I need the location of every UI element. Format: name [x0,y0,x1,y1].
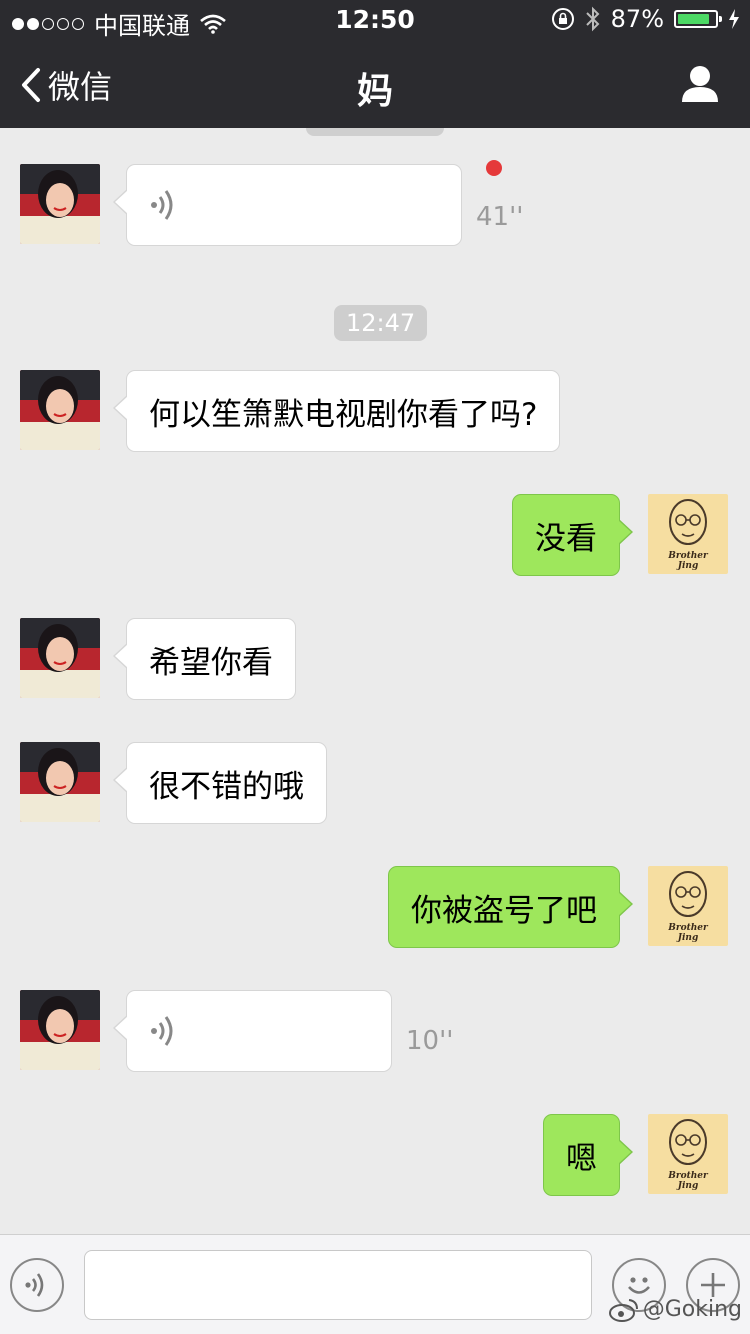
profile-icon[interactable] [680,64,720,102]
voice-wave-icon [151,190,173,220]
contact-avatar[interactable] [20,742,100,822]
text-message[interactable]: 你被盗号了吧 [388,866,633,948]
chat-area[interactable]: 41'' 12:47 何以笙箫默电视剧你看了吗? 没看 Brother Jing [0,128,750,1234]
my-avatar[interactable]: Brother Jing [648,1114,728,1194]
bluetooth-icon [585,6,600,32]
chat-title: 妈 [356,71,393,112]
svg-text:Brother: Brother [667,923,709,933]
unread-dot [486,160,502,176]
text-message[interactable]: 希望你看 [113,618,296,700]
text-message[interactable]: 没看 [512,494,633,576]
text-message[interactable]: 嗯 [543,1114,633,1196]
charging-bolt-icon [729,9,739,29]
message-text: 嗯 [566,1140,597,1177]
voice-message[interactable] [113,990,392,1072]
voice-duration: 41'' [476,202,524,232]
voice-duration: 10'' [406,1026,454,1056]
watermark: @Goking [608,1297,742,1322]
text-message[interactable]: 很不错的哦 [113,742,327,824]
input-bar: @Goking [0,1234,750,1334]
plus-icon [701,1273,725,1297]
contact-avatar[interactable] [20,370,100,450]
orientation-lock-icon [551,8,574,30]
voice-mode-icon [25,1273,44,1297]
voice-wave-icon [151,1016,173,1046]
watermark-text: @Goking [642,1297,742,1322]
message-text: 希望你看 [149,644,273,681]
svg-text:Brother: Brother [667,1171,709,1181]
my-avatar[interactable]: Brother Jing [648,866,728,946]
svg-text:Jing: Jing [676,933,699,943]
message-input[interactable] [84,1250,592,1320]
voice-mode-button[interactable] [10,1258,64,1312]
svg-text:Brother: Brother [667,551,709,561]
header: 中国联通 12:50 87% 微信 妈 [0,0,750,128]
status-bar: 中国联通 12:50 87% [0,0,750,40]
voice-message[interactable] [113,164,462,246]
message-text: 你被盗号了吧 [411,892,597,929]
battery-icon [674,10,722,28]
timestamp: 12:47 [334,305,428,341]
message-text: 很不错的哦 [149,768,304,805]
my-avatar[interactable]: Brother Jing [648,494,728,574]
nav-bar: 微信 妈 [0,40,750,128]
weibo-icon [608,1298,638,1322]
contact-avatar[interactable] [20,164,100,244]
timestamp-partial [306,128,444,136]
battery-percent: 87% [610,5,664,33]
contact-avatar[interactable] [20,990,100,1070]
svg-text:Jing: Jing [676,1181,699,1191]
contact-avatar[interactable] [20,618,100,698]
text-message[interactable]: 何以笙箫默电视剧你看了吗? [112,370,561,452]
svg-text:Jing: Jing [676,561,699,571]
message-text: 没看 [535,520,597,557]
message-text: 何以笙箫默电视剧你看了吗? [149,396,538,433]
